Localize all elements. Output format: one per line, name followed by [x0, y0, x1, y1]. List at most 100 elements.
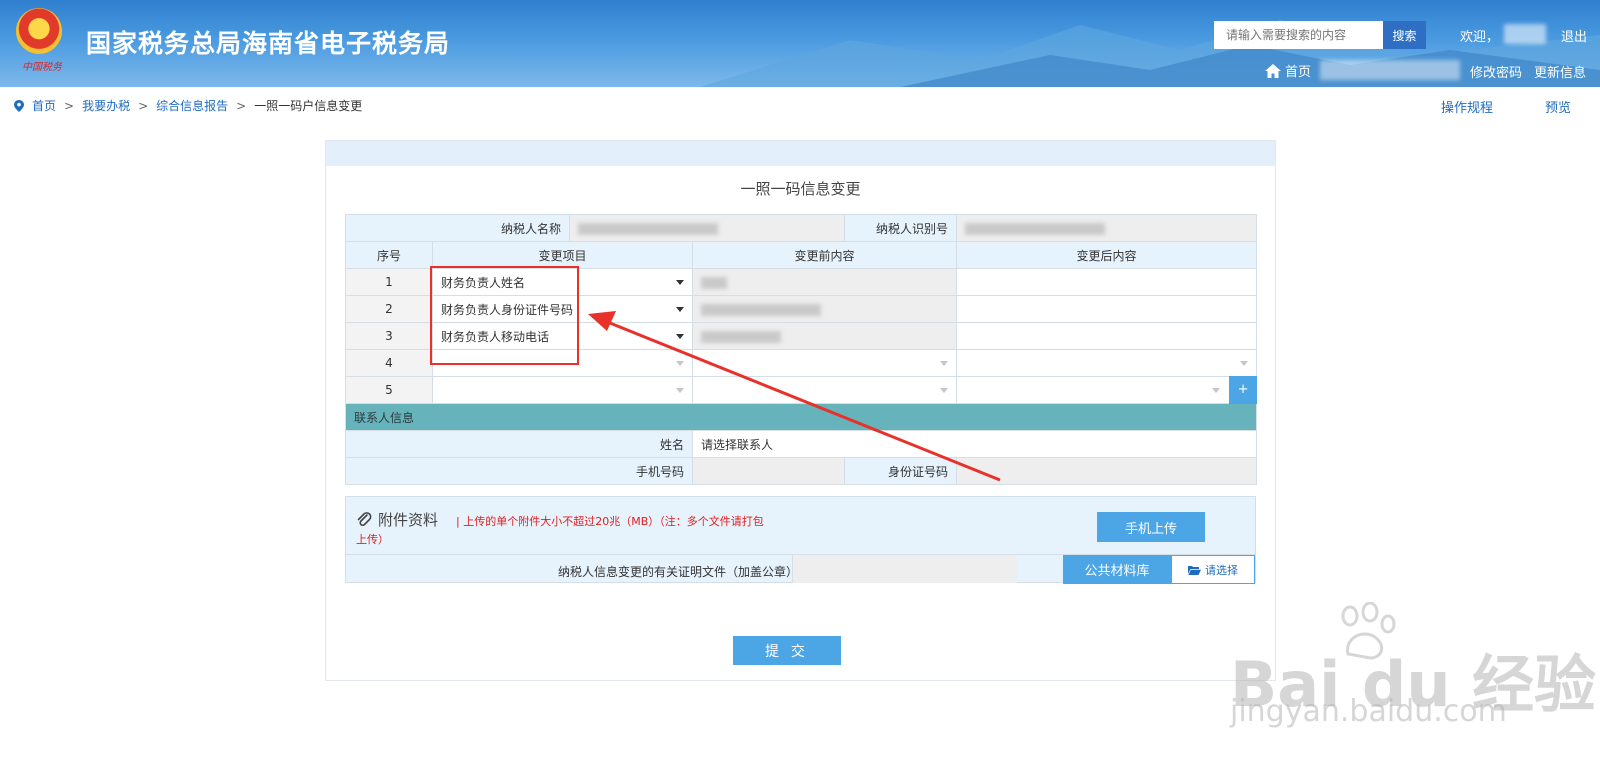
after-select[interactable]: +	[956, 376, 1258, 404]
after-select[interactable]	[956, 349, 1258, 377]
row-seq: 1	[345, 268, 433, 296]
site-header: 中国税务 国家税务总局海南省电子税务局 搜索 欢迎， 退出 首页 修改密码 更新…	[0, 0, 1600, 87]
item-select[interactable]	[431, 349, 694, 377]
after-input[interactable]	[956, 322, 1258, 350]
attachment-section: 附件资料 | 上传的单个附件大小不超过20兆（MB）（注：多个文件请打包 上传）…	[345, 496, 1256, 584]
dropdown-caret-icon	[940, 361, 949, 366]
paw-icon	[1341, 602, 1396, 660]
table-row: 2 财务负责人身份证件号码	[345, 295, 1258, 323]
breadcrumb-current: 一照一码户信息变更	[254, 99, 363, 113]
breadcrumb: 首页 > 我要办税 > 综合信息报告 > 一照一码户信息变更	[14, 97, 362, 114]
dropdown-caret-icon	[676, 388, 685, 393]
home-icon	[1265, 63, 1281, 78]
contact-name-label: 姓名	[344, 430, 694, 458]
col-after: 变更后内容	[956, 241, 1258, 269]
username-redacted	[1504, 24, 1546, 44]
after-input[interactable]	[956, 295, 1258, 323]
update-info-link[interactable]: 更新信息	[1534, 62, 1586, 81]
breadcrumb-home[interactable]: 首页	[32, 97, 56, 114]
breadcrumb-separator: >	[138, 98, 149, 113]
public-library-button[interactable]: 公共材料库	[1063, 555, 1171, 584]
dropdown-caret-icon	[1240, 361, 1249, 366]
row-seq: 4	[345, 349, 433, 377]
watermark-url: jingyan.baidu.com	[1230, 694, 1507, 729]
site-title: 国家税务总局海南省电子税务局	[86, 29, 451, 58]
baidu-watermark: Bai du 经验 jingyan.baidu.com	[1230, 602, 1596, 729]
form-panel: 一照一码信息变更 纳税人名称 纳税人识别号 序号 变更项目 变更前内容 变更后内…	[325, 140, 1276, 681]
col-item: 变更项目	[431, 241, 694, 269]
change-password-link[interactable]: 修改密码	[1470, 62, 1522, 81]
item-select-value: 财务负责人姓名	[441, 275, 526, 290]
search-button[interactable]: 搜索	[1383, 21, 1426, 49]
dropdown-caret-icon	[676, 361, 685, 366]
form-title: 一照一码信息变更	[740, 180, 861, 198]
tax-emblem-icon	[16, 8, 62, 54]
home-link[interactable]: 首页	[1265, 61, 1311, 80]
procedure-link[interactable]: 操作规程	[1441, 97, 1493, 116]
home-label: 首页	[1285, 65, 1312, 80]
breadcrumb-separator: >	[64, 98, 75, 113]
breadcrumb-tax[interactable]: 我要办税	[82, 97, 130, 114]
mobile-upload-button[interactable]: 手机上传	[1097, 512, 1205, 542]
choose-label: 请选择	[1205, 563, 1238, 577]
taxpayer-id-label: 纳税人识别号	[844, 214, 958, 242]
taxpayer-name-value	[569, 214, 846, 242]
emblem-caption: 中国税务	[22, 62, 62, 73]
id-number-label: 身份证号码	[844, 457, 958, 485]
dropdown-caret-icon	[1212, 388, 1221, 393]
dropdown-caret-icon	[676, 307, 685, 312]
before-value	[692, 322, 958, 350]
taxpayer-name-label: 纳税人名称	[344, 214, 571, 242]
col-seq: 序号	[345, 241, 433, 269]
doc-label: 纳税人信息变更的有关证明文件（加盖公章）	[557, 565, 798, 579]
welcome-text: 欢迎，	[1460, 30, 1500, 45]
contact-section-header: 联系人信息	[344, 403, 1258, 431]
logout-link[interactable]: 退出	[1561, 26, 1587, 45]
table-row: 1 财务负责人姓名	[345, 268, 1258, 296]
choose-file-button[interactable]: 请选择	[1171, 555, 1255, 584]
change-form-table: 纳税人名称 纳税人识别号 序号 变更项目 变更前内容 变更后内容 1 财务负责人…	[344, 214, 1258, 485]
after-input[interactable]	[956, 268, 1258, 296]
table-row: 5 +	[345, 376, 1258, 404]
row-seq: 3	[345, 322, 433, 350]
item-select[interactable]: 财务负责人移动电话	[431, 322, 694, 350]
attachment-row: 纳税人信息变更的有关证明文件（加盖公章） 公共材料库 请选择	[346, 554, 1255, 584]
doc-file-field	[792, 555, 1017, 583]
breadcrumb-report[interactable]: 综合信息报告	[156, 97, 228, 114]
row-seq: 5	[345, 376, 433, 404]
add-row-button[interactable]: +	[1229, 376, 1258, 404]
before-select[interactable]	[692, 376, 958, 404]
preview-link[interactable]: 预览	[1545, 97, 1571, 116]
location-pin-icon	[14, 99, 24, 112]
table-row: 3 财务负责人移动电话	[345, 322, 1258, 350]
item-select[interactable]	[431, 376, 694, 404]
panel-top-bar	[326, 141, 1275, 166]
row-seq: 2	[345, 295, 433, 323]
attachment-note-cont: 上传）	[356, 533, 389, 546]
taxpayer-id-value	[956, 214, 1258, 242]
before-value	[692, 268, 958, 296]
phone-value	[692, 457, 846, 485]
attachment-title-text: 附件资料	[378, 511, 439, 529]
company-redacted	[1320, 60, 1460, 80]
dropdown-caret-icon	[676, 280, 685, 285]
contact-name-select[interactable]: 请选择联系人	[692, 430, 1258, 458]
item-select-value: 财务负责人身份证件号码	[441, 302, 574, 317]
item-select[interactable]: 财务负责人身份证件号码	[431, 295, 694, 323]
search-input[interactable]	[1214, 21, 1383, 49]
item-select[interactable]: 财务负责人姓名	[431, 268, 694, 296]
table-row: 4	[345, 349, 1258, 377]
attachment-title: 附件资料	[356, 509, 438, 530]
attachment-note: | 上传的单个附件大小不超过20兆（MB）（注：多个文件请打包	[456, 515, 764, 528]
dropdown-caret-icon	[676, 334, 685, 339]
phone-label: 手机号码	[344, 457, 694, 485]
folder-open-icon	[1188, 565, 1201, 575]
col-before: 变更前内容	[692, 241, 958, 269]
before-select[interactable]	[692, 349, 958, 377]
submit-button[interactable]: 提 交	[733, 636, 841, 665]
item-select-value: 财务负责人移动电话	[441, 329, 550, 344]
id-number-value	[956, 457, 1258, 485]
breadcrumb-separator: >	[236, 98, 247, 113]
dropdown-caret-icon	[940, 388, 949, 393]
paperclip-icon	[357, 511, 372, 526]
